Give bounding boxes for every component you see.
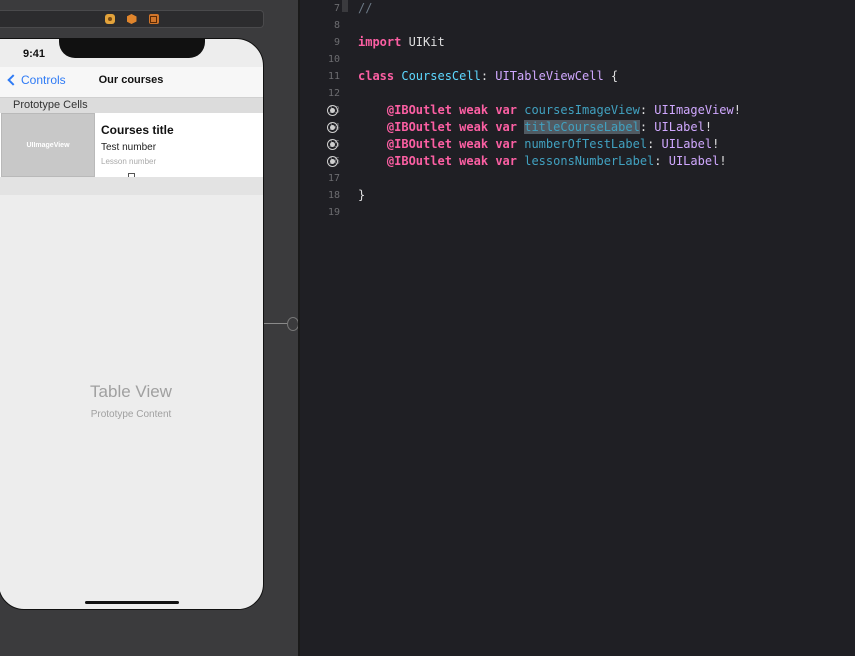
line-number: 17 bbox=[327, 173, 340, 184]
code-text[interactable]: @IBOutlet weak var lessonsNumberLabel: U… bbox=[358, 153, 727, 170]
scene-dock bbox=[0, 10, 264, 28]
cell-separator-area bbox=[0, 177, 263, 195]
line-number: 12 bbox=[327, 88, 340, 99]
test-number-label[interactable]: Test number bbox=[101, 142, 156, 153]
image-view-label: UIImageView bbox=[26, 141, 70, 149]
navigation-bar[interactable]: Controls Our courses bbox=[0, 67, 263, 97]
exit-icon[interactable] bbox=[148, 14, 159, 24]
line-number: 10 bbox=[327, 54, 340, 65]
table-view-label: Table View bbox=[90, 382, 172, 401]
code-text[interactable]: } bbox=[358, 187, 365, 204]
view-controller-icon[interactable] bbox=[104, 14, 115, 24]
code-line[interactable]: 7 // bbox=[300, 0, 855, 17]
code-token: : bbox=[654, 154, 669, 168]
code-token: import bbox=[358, 35, 402, 49]
code-token: ! bbox=[704, 120, 713, 134]
cell-image-view[interactable]: UIImageView bbox=[1, 113, 95, 177]
code-line[interactable]: 14 @IBOutlet weak var titleCourseLabel: … bbox=[300, 119, 855, 136]
storyboard-canvas[interactable]: 9:41 Controls Our courses Prototype Cell… bbox=[0, 0, 299, 656]
code-line[interactable]: 18} bbox=[300, 187, 855, 204]
code-text[interactable]: @IBOutlet weak var titleCourseLabel: UIL… bbox=[358, 119, 712, 136]
code-line[interactable]: 8 bbox=[300, 17, 855, 34]
code-token: @IBOutlet bbox=[386, 154, 452, 168]
iphone-scene[interactable]: 9:41 Controls Our courses Prototype Cell… bbox=[0, 38, 264, 610]
code-text[interactable]: class CoursesCell: UITableViewCell { bbox=[358, 68, 618, 85]
code-token: UILabel bbox=[668, 154, 720, 168]
code-token: var bbox=[495, 103, 517, 117]
code-token: CoursesCell bbox=[401, 69, 481, 83]
code-token: var bbox=[495, 154, 517, 168]
code-token: class bbox=[358, 69, 395, 83]
first-responder-icon[interactable] bbox=[126, 14, 137, 24]
line-number: 18 bbox=[327, 190, 340, 201]
code-line[interactable]: 13 @IBOutlet weak var coursesImageView: … bbox=[300, 102, 855, 119]
code-line[interactable]: 19 bbox=[300, 204, 855, 221]
code-token: } bbox=[358, 188, 366, 202]
device-notch bbox=[59, 39, 205, 58]
prototype-content-label: Prototype Content bbox=[90, 409, 172, 420]
outlet-connection-icon[interactable] bbox=[327, 139, 338, 150]
code-line[interactable]: 16 @IBOutlet weak var lessonsNumberLabel… bbox=[300, 153, 855, 170]
code-token: : bbox=[639, 120, 655, 134]
code-line[interactable]: 11 class CoursesCell: UITableViewCell { bbox=[300, 68, 855, 85]
code-token: weak bbox=[459, 154, 489, 168]
code-token: ! bbox=[733, 103, 741, 117]
code-token: weak bbox=[459, 103, 489, 117]
prototype-cell[interactable]: UIImageView Courses title Test number Le… bbox=[0, 113, 263, 180]
code-line[interactable]: 12 bbox=[300, 85, 855, 102]
outlet-connection-icon[interactable] bbox=[327, 105, 338, 116]
code-text[interactable]: @IBOutlet weak var numberOfTestLabel: UI… bbox=[358, 136, 719, 153]
code-token: weak bbox=[459, 137, 489, 151]
code-line[interactable]: 9 import UIKit bbox=[300, 34, 855, 51]
code-token: coursesImageView bbox=[524, 103, 640, 117]
code-token: UIImageView bbox=[654, 103, 734, 117]
code-token: // bbox=[358, 1, 373, 15]
code-token: weak bbox=[459, 120, 489, 134]
code-token: @IBOutlet bbox=[386, 137, 452, 151]
code-token: numberOfTestLabel bbox=[524, 137, 648, 151]
code-token: @IBOutlet bbox=[386, 103, 452, 117]
line-number: 8 bbox=[333, 20, 340, 31]
status-time: 9:41 bbox=[23, 48, 46, 60]
code-token: UITableViewCell bbox=[495, 69, 604, 83]
code-line[interactable]: 15 @IBOutlet weak var numberOfTestLabel:… bbox=[300, 136, 855, 153]
code-line[interactable]: 10 bbox=[300, 51, 855, 68]
code-token: lessonsNumberLabel bbox=[524, 154, 655, 168]
prototype-cells-header: Prototype Cells bbox=[0, 97, 263, 113]
line-number: 7 bbox=[333, 3, 340, 14]
code-token: ! bbox=[712, 137, 720, 151]
code-token: var bbox=[495, 137, 517, 151]
code-token: : bbox=[647, 137, 662, 151]
code-text[interactable]: import UIKit bbox=[358, 34, 445, 51]
nav-title[interactable]: Our courses bbox=[0, 74, 263, 86]
code-token: { bbox=[603, 69, 619, 83]
line-number: 9 bbox=[333, 37, 340, 48]
home-indicator bbox=[85, 601, 179, 604]
line-number: 11 bbox=[327, 71, 340, 82]
code-editor[interactable]: 7 // 8 9 import UIKit 10 11 class CoursesCell: … bbox=[300, 0, 855, 656]
code-line[interactable]: 17 bbox=[300, 170, 855, 187]
course-title-label[interactable]: Courses title bbox=[101, 123, 174, 137]
code-token: var bbox=[495, 120, 517, 134]
lesson-number-label[interactable]: Lesson number bbox=[101, 157, 156, 166]
line-number: 19 bbox=[327, 207, 340, 218]
code-token: UILabel bbox=[654, 120, 705, 134]
code-token: @IBOutlet bbox=[386, 120, 452, 134]
outlet-connection-icon[interactable] bbox=[327, 122, 338, 133]
code-token: UILabel bbox=[661, 137, 713, 151]
code-text[interactable]: // bbox=[358, 0, 372, 17]
code-token: : bbox=[480, 69, 496, 83]
code-token: ! bbox=[719, 154, 727, 168]
code-text[interactable]: @IBOutlet weak var coursesImageView: UII… bbox=[358, 102, 741, 119]
code-token: : bbox=[639, 103, 655, 117]
outlet-connection-icon[interactable] bbox=[327, 156, 338, 167]
code-token: titleCourseLabel bbox=[524, 120, 640, 134]
code-token: UIKit bbox=[401, 35, 445, 49]
